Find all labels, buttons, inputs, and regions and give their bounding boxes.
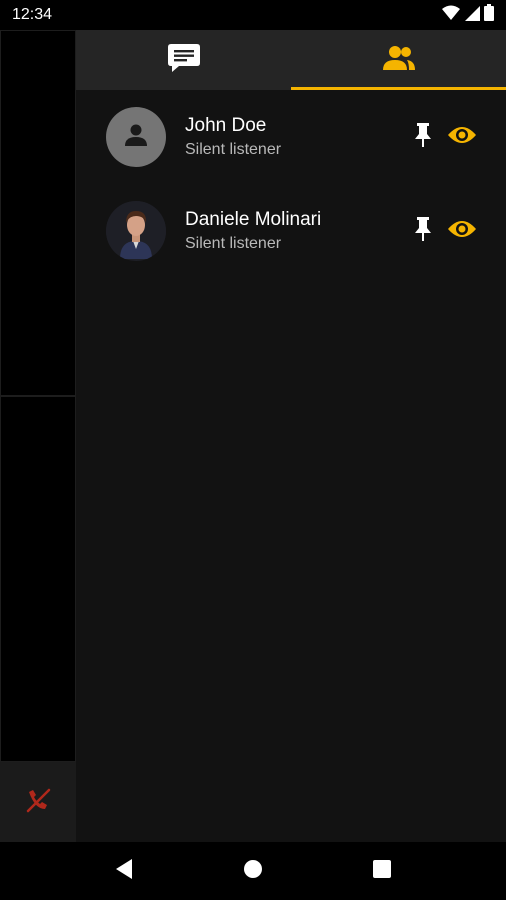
call-end-icon: [25, 787, 51, 818]
home-icon: [242, 858, 264, 885]
navigation-bar: [0, 842, 506, 900]
participant-info: John Doe Silent listener: [185, 115, 281, 160]
status-time: 12:34: [12, 6, 53, 23]
avatar: [106, 201, 166, 261]
recents-icon: [372, 859, 392, 884]
participant-name: John Doe: [185, 114, 267, 136]
tab-participants[interactable]: [291, 30, 506, 90]
video-tile[interactable]: [0, 30, 76, 396]
signal-icon: [464, 5, 480, 26]
participants-panel: John Doe Silent listener Daniele Molinar…: [76, 30, 506, 842]
chat-icon: [167, 43, 201, 78]
participant-role: Silent listener: [185, 140, 282, 158]
participants-list: John Doe Silent listener Daniele Molinar…: [76, 90, 506, 278]
participant-role: Silent listener: [185, 234, 282, 252]
video-tile[interactable]: [0, 396, 76, 762]
participant-name: Daniele Molinari: [185, 208, 322, 230]
eye-icon: [447, 219, 477, 244]
home-button[interactable]: [233, 851, 273, 891]
back-icon: [114, 858, 134, 885]
participant-row[interactable]: John Doe Silent listener: [76, 90, 506, 184]
tab-chat[interactable]: [76, 30, 291, 90]
pin-icon: [414, 122, 432, 153]
avatar: [106, 107, 166, 167]
status-icons: [442, 4, 494, 26]
tab-bar: [76, 30, 506, 90]
pin-button[interactable]: [410, 122, 436, 152]
battery-icon: [484, 4, 494, 26]
back-button[interactable]: [104, 851, 144, 891]
pin-button[interactable]: [410, 216, 436, 246]
pin-icon: [414, 216, 432, 247]
hangup-button[interactable]: [0, 762, 76, 842]
eye-icon: [447, 125, 477, 150]
watch-button[interactable]: [446, 122, 478, 152]
status-bar: 12:34: [0, 0, 506, 30]
participant-info: Daniele Molinari Silent listener: [185, 209, 321, 254]
watch-button[interactable]: [446, 216, 478, 246]
recents-button[interactable]: [362, 851, 402, 891]
participant-row[interactable]: Daniele Molinari Silent listener: [76, 184, 506, 278]
video-tiles-panel: [0, 30, 76, 842]
wifi-icon: [442, 5, 460, 26]
person-placeholder-icon: [123, 122, 149, 153]
participants-icon: [382, 45, 416, 76]
profile-photo: [106, 201, 166, 261]
